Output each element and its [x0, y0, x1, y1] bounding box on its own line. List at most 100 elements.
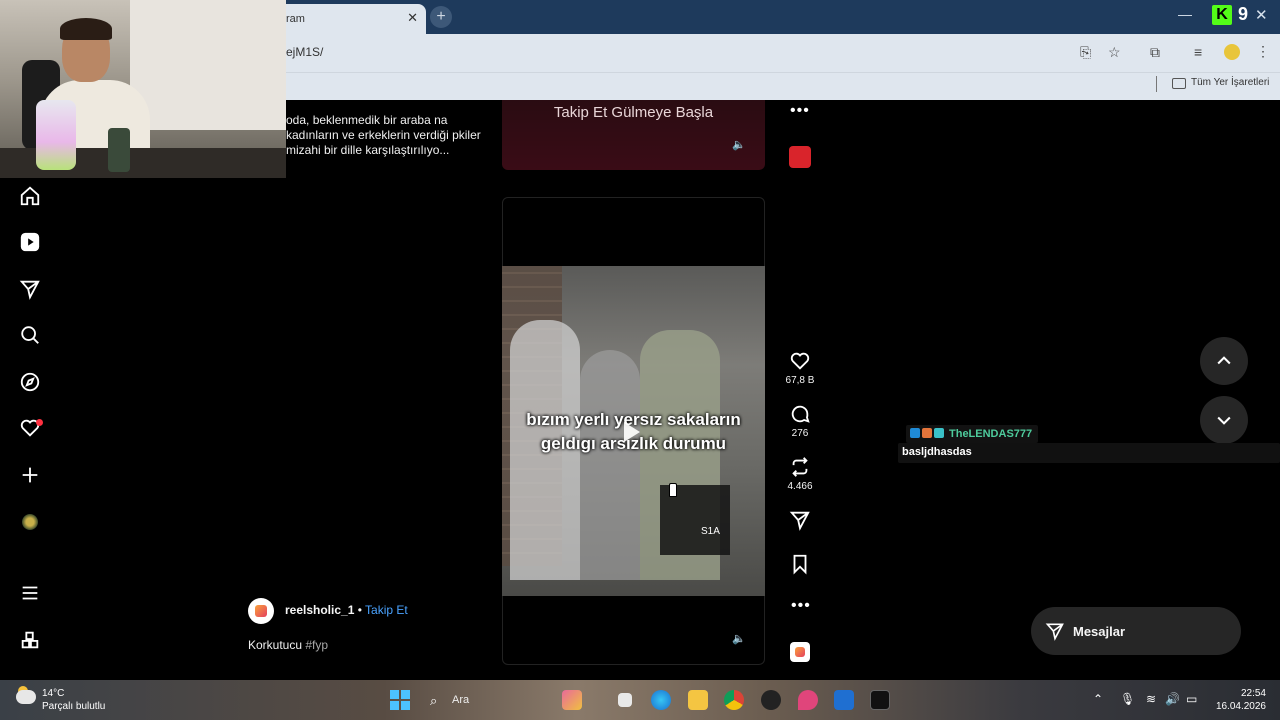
media-icon[interactable]: ≡ [1194, 44, 1202, 60]
chat-badges [910, 428, 944, 440]
browser-menu-icon[interactable]: ⋮ [1256, 43, 1270, 60]
speaker-icon[interactable]: 🔈 [732, 632, 746, 645]
messages-button[interactable]: Mesajlar [1031, 607, 1241, 655]
webcam-person-hair [60, 18, 112, 40]
author-name[interactable]: reelsholic_1 [285, 603, 354, 617]
browser-tab[interactable]: ram ✕ [276, 4, 426, 34]
share-button[interactable] [786, 509, 814, 531]
chrome-icon[interactable] [724, 690, 744, 710]
file-explorer-icon[interactable] [618, 693, 632, 707]
more-apps-icon[interactable] [18, 628, 42, 652]
author-line: reelsholic_1 • Takip Et [285, 603, 408, 617]
chevron-up-icon [1217, 356, 1231, 365]
app-window-icon[interactable] [834, 690, 854, 710]
badge-icon [910, 428, 920, 438]
minimize-icon[interactable]: — [1178, 6, 1192, 22]
address-bar[interactable]: ejM1S/ [286, 45, 323, 59]
weather-condition[interactable]: Parçalı bulutlu [42, 701, 105, 712]
repost-count: 4.466 [787, 481, 813, 492]
mouse-cursor [669, 483, 677, 497]
menu-icon[interactable] [18, 581, 42, 605]
weather-cloud-icon[interactable] [16, 690, 36, 704]
webcam-cup [108, 128, 130, 172]
more-options-icon[interactable]: ••• [790, 102, 810, 120]
follow-button[interactable]: Takip Et [365, 603, 408, 617]
all-bookmarks-link[interactable]: Tüm Yer İşaretleri [1191, 77, 1269, 88]
taskbar-clock[interactable]: 22:54 [1216, 688, 1266, 699]
badge-icon [922, 428, 932, 438]
reel-caption: Korkutucu #fyp [248, 638, 328, 652]
weather-temp[interactable]: 14°C [42, 688, 64, 699]
taskbar-search-icon[interactable]: ⌕ [430, 693, 437, 709]
profile-avatar-nav[interactable] [22, 514, 38, 530]
speaker-icon[interactable]: 🔈 [732, 138, 748, 152]
messages-label: Mesajlar [1073, 623, 1126, 639]
close-window-icon[interactable]: ✕ [1255, 6, 1268, 24]
direct-icon[interactable] [18, 277, 42, 301]
audio-badge[interactable] [790, 642, 810, 662]
battery-icon[interactable]: ▭ [1186, 692, 1197, 706]
save-button[interactable] [786, 553, 814, 575]
hashtag-link[interactable]: #fyp [305, 638, 328, 652]
chevron-down-icon [1217, 416, 1231, 425]
browser-toolbar [276, 34, 1280, 72]
pin-app-icon[interactable] [798, 690, 818, 710]
webcam-overlay [0, 0, 286, 178]
epic-games-icon[interactable] [870, 690, 890, 710]
viewer-count: 9 [1238, 4, 1249, 24]
new-tab-button[interactable]: + [430, 6, 452, 28]
microphone-icon[interactable]: 🎙 [1120, 692, 1135, 706]
reels-icon[interactable] [18, 230, 42, 254]
previous-reel-button[interactable] [1200, 337, 1248, 385]
badge-icon [934, 428, 944, 438]
folder-icon [1172, 78, 1186, 89]
repost-button[interactable]: 4.466 [786, 456, 814, 492]
bookmark-star-icon[interactable]: ☆ [1108, 44, 1121, 61]
tray-chevron-icon[interactable]: ⌃ [1093, 692, 1103, 706]
play-icon[interactable] [624, 422, 640, 442]
profile-avatar[interactable] [1224, 44, 1240, 60]
previous-audio-badge[interactable] [789, 146, 811, 168]
search-icon[interactable] [18, 323, 42, 347]
chat-message: basljdhasdas [902, 446, 972, 458]
install-icon[interactable]: ⎘ [1080, 44, 1091, 61]
taskbar-date[interactable]: 16.04.2026 [1206, 701, 1266, 712]
notification-dot [36, 419, 43, 426]
tab-close-icon[interactable]: ✕ [407, 10, 418, 26]
obs-icon[interactable] [761, 690, 781, 710]
explore-icon[interactable] [18, 370, 42, 394]
heart-icon [790, 352, 810, 370]
video-person-center [580, 350, 640, 580]
share-icon [789, 511, 810, 531]
repost-icon [792, 457, 808, 477]
create-icon[interactable] [18, 463, 42, 487]
extensions-icon[interactable]: ⧉ [1150, 44, 1160, 61]
wifi-icon[interactable]: ≋ [1146, 692, 1156, 706]
home-icon[interactable] [18, 184, 42, 208]
start-button[interactable] [390, 690, 410, 710]
store-icon[interactable] [688, 690, 708, 710]
author-separator: • [354, 603, 366, 617]
bookmark-icon [793, 554, 807, 575]
author-avatar[interactable] [248, 598, 274, 624]
like-button[interactable]: 67,8 B [786, 350, 814, 386]
bookmarks-divider [1156, 76, 1157, 92]
taskbar-search[interactable]: Ara [452, 694, 469, 706]
comment-icon [791, 405, 810, 423]
caption-text: Korkutucu [248, 638, 306, 652]
comment-button[interactable]: 276 [786, 403, 814, 439]
next-reel-button[interactable] [1200, 396, 1248, 444]
webcam-bottle [36, 100, 76, 170]
windows-taskbar [0, 680, 1280, 720]
webcam-wall [130, 0, 286, 130]
tab-title: ram [286, 13, 305, 25]
widgets-icon[interactable] [562, 690, 582, 710]
bookmarks-bar [276, 72, 1280, 100]
comment-count: 276 [791, 428, 809, 439]
edge-icon[interactable] [651, 690, 671, 710]
volume-icon[interactable]: 🔊 [1165, 692, 1180, 706]
direct-icon [1045, 623, 1064, 641]
chat-username: TheLENDAS777 [949, 428, 1033, 440]
more-options-icon[interactable]: ••• [791, 597, 811, 615]
kick-logo: K [1212, 5, 1232, 25]
